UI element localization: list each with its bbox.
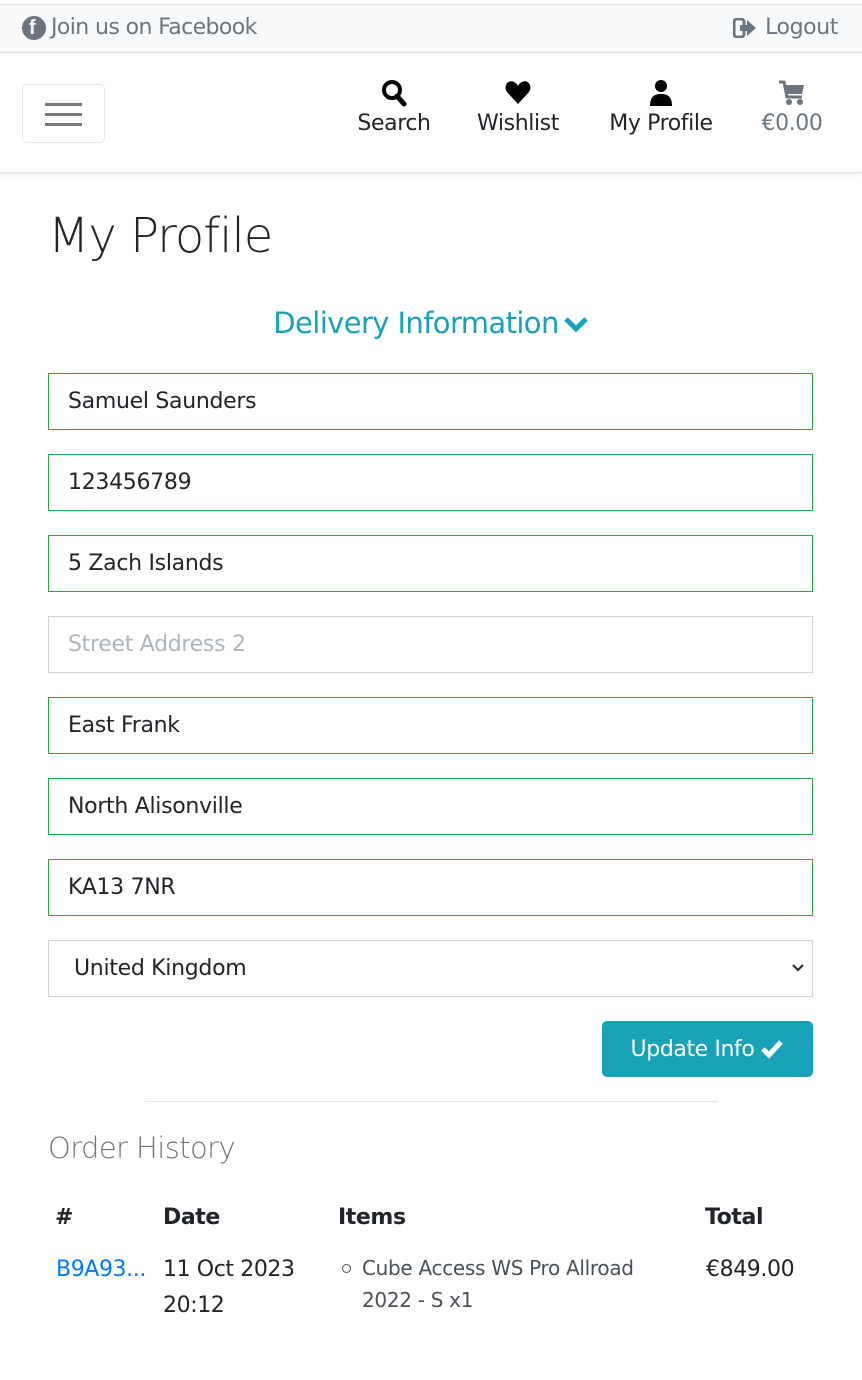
street-address-1-field[interactable]	[48, 535, 813, 592]
order-item: Cube Access WS Pro Allroad 2022 - S x1	[342, 1252, 672, 1316]
top-bar: Join us on Facebook Logout	[0, 4, 862, 53]
order-date: 11 Oct 2023 20:12	[163, 1252, 313, 1324]
nav-wishlist[interactable]: Wishlist	[470, 79, 566, 136]
heart-icon	[505, 81, 531, 104]
column-header-number: #	[55, 1205, 74, 1230]
postcode-field[interactable]	[48, 859, 813, 916]
country-select[interactable]: United Kingdom	[48, 940, 813, 997]
main-navbar: Search Wishlist My Profile €0.00	[0, 53, 862, 173]
update-info-button[interactable]: Update Info	[602, 1021, 813, 1077]
search-icon	[382, 80, 407, 107]
order-number-link[interactable]: B9A93...	[56, 1252, 146, 1288]
order-total: €849.00	[706, 1257, 795, 1282]
order-date-day: 11 Oct 2023	[163, 1257, 295, 1282]
column-header-items: Items	[338, 1205, 406, 1230]
order-items-list: Cube Access WS Pro Allroad 2022 - S x1	[342, 1252, 672, 1316]
cart-icon	[779, 80, 804, 105]
delivery-information-label: Delivery Information	[273, 306, 559, 340]
nav-search-label: Search	[357, 111, 431, 136]
order-history-title: Order History	[48, 1131, 236, 1165]
chevron-down-icon	[792, 941, 804, 996]
phone-number-field[interactable]	[48, 454, 813, 511]
nav-search[interactable]: Search	[352, 79, 436, 136]
user-icon	[650, 80, 672, 106]
column-header-total: Total	[705, 1205, 764, 1230]
update-info-label: Update Info	[630, 1036, 755, 1062]
order-date-time: 20:12	[163, 1293, 225, 1318]
cart-total: €0.00	[761, 111, 823, 136]
facebook-link-label: Join us on Facebook	[51, 15, 257, 40]
column-header-date: Date	[163, 1205, 220, 1230]
street-address-2-field[interactable]	[48, 616, 813, 673]
hamburger-icon-bar	[45, 123, 82, 126]
county-field[interactable]	[48, 778, 813, 835]
logout-link[interactable]: Logout	[733, 15, 838, 40]
check-icon	[761, 1040, 784, 1059]
hamburger-icon	[45, 103, 82, 106]
nav-wishlist-label: Wishlist	[477, 111, 559, 136]
facebook-icon	[22, 15, 46, 40]
nav-my-profile-label: My Profile	[609, 111, 713, 136]
sign-out-icon	[733, 17, 757, 38]
country-selected-value: United Kingdom	[74, 956, 247, 981]
page-title: My Profile	[48, 208, 273, 264]
facebook-link[interactable]: Join us on Facebook	[22, 15, 257, 40]
menu-toggle-button[interactable]	[22, 84, 105, 143]
section-divider	[145, 1101, 718, 1102]
delivery-information-toggle[interactable]: Delivery Information	[0, 306, 862, 340]
logout-label: Logout	[765, 15, 838, 40]
town-city-field[interactable]	[48, 697, 813, 754]
nav-cart[interactable]: €0.00	[754, 79, 830, 136]
full-name-field[interactable]	[48, 373, 813, 430]
chevron-down-icon	[563, 317, 588, 333]
hamburger-icon-bar	[45, 113, 82, 116]
nav-my-profile[interactable]: My Profile	[600, 79, 722, 136]
